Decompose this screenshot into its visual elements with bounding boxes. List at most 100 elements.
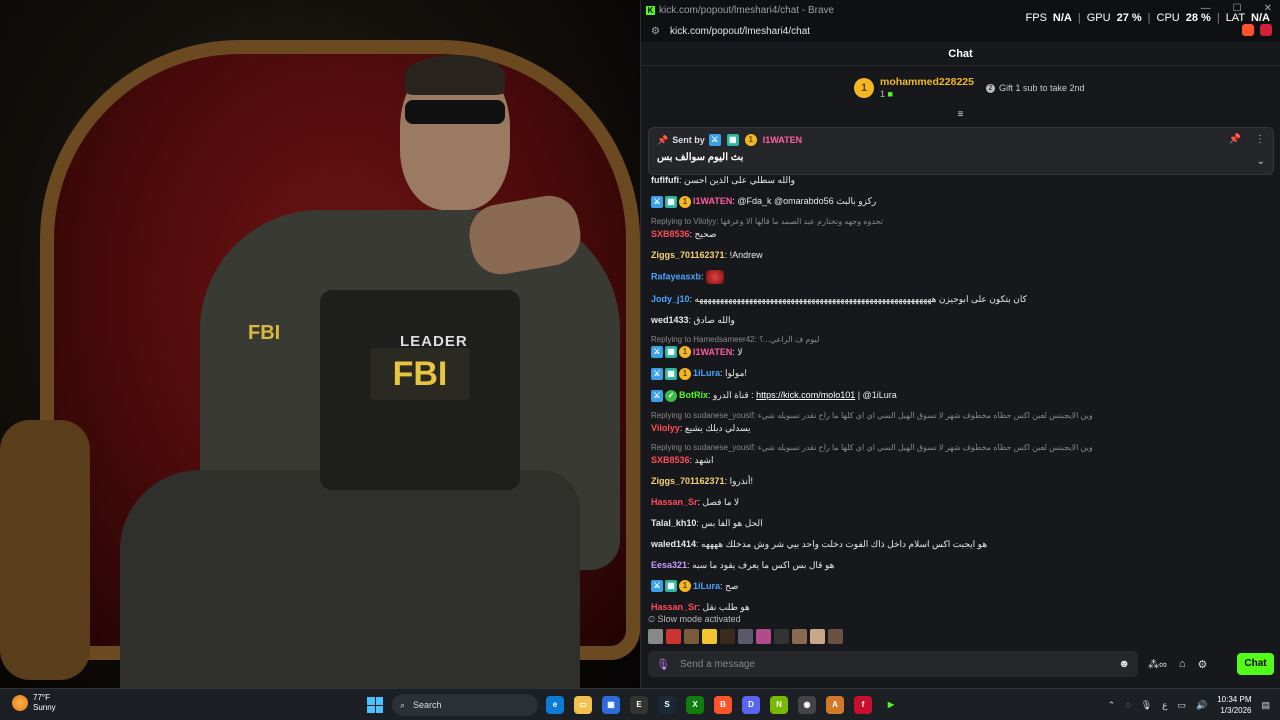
person-legs [120,470,580,688]
clock-time: 10:34 PM [1217,695,1252,704]
settings-icon[interactable]: ⚙ [1198,658,1208,671]
xbox-icon[interactable]: X [686,696,704,714]
chat-username[interactable]: I1WATEN [693,347,732,357]
language-indicator[interactable]: ع [1162,700,1167,711]
site-settings-icon[interactable]: ⚙ [651,26,660,37]
emote-icon[interactable] [756,629,771,644]
nvidia-icon[interactable]: N [770,696,788,714]
chat-input[interactable]: 🎙 Send a message ☻ [648,651,1138,677]
brave-icon[interactable]: B [714,696,732,714]
chat-username[interactable]: Rafayeasxb [651,271,701,281]
sent-by-label: Sent by [672,135,705,145]
chat-username[interactable]: Eesa321 [651,560,687,570]
send-chat-button[interactable]: Chat [1237,653,1274,675]
gifter-badge-icon: 1 [744,134,757,146]
store-app-icon[interactable]: ▦ [602,696,620,714]
chat-username[interactable]: SXB8536 [651,229,690,239]
chat-message-text: يسدلي ديلك يشيع [684,422,751,433]
chat-username[interactable]: Ziggs_701162371 [651,250,725,260]
chat-message: waled1414: هو ايجبت اكس اسلام داخل ذاك ا… [651,538,1271,550]
chat-username[interactable]: BotRix [679,390,708,400]
url-text[interactable]: kick.com/popout/lmeshari4/chat [670,26,810,37]
file-explorer-icon[interactable]: ▭ [574,696,592,714]
microphone-icon[interactable]: 🎙 [656,658,670,671]
emote-icon[interactable] [666,629,681,644]
emote-icon[interactable] [684,629,699,644]
clock[interactable]: 10:34 PM 1/3/2026 [1217,694,1251,716]
leaderboard-user[interactable]: mohammed228225 [880,76,974,88]
taskbar-search[interactable]: ⌕ Search [392,694,538,716]
edge-icon[interactable]: e [546,696,564,714]
chat-username[interactable]: fufifufi [651,175,679,185]
reply-context[interactable]: Replying to sudanese_yousif: وين الايجبت… [651,411,1271,421]
weather-temp: 77°F [33,693,50,702]
obs-icon[interactable]: ◉ [798,696,816,714]
chat-username[interactable]: waled1414 [651,539,696,549]
chat-username[interactable]: Jody_j10 [651,294,690,304]
taskbar: 77°F Sunny ⌕ Search e ▭ ▦ E S X B D N ◉ … [0,688,1280,720]
windows-start-icon[interactable] [367,697,383,713]
emote-icon [706,269,725,284]
weather-widget[interactable]: 77°F Sunny [12,693,56,713]
emote-icon[interactable] [738,629,753,644]
moderator-badge-icon: ⚔ [651,367,663,380]
display-icon[interactable]: ▭ [1178,700,1187,711]
brave-shields-icon[interactable] [1242,24,1254,36]
lat-label: LAT [1225,12,1246,24]
microphone-tray-icon[interactable]: 🎙 [1141,700,1152,711]
emote-icon[interactable] [648,629,663,644]
chat-username[interactable]: 1iLura [693,581,720,591]
brave-rewards-icon[interactable] [1260,24,1272,36]
collapse-handle-icon[interactable]: ≡ [641,110,1280,124]
chat-input-row: 🎙 Send a message ☻ ⁂∞ ⌂ ⚙ Chat [648,651,1274,677]
weather-sun-icon [12,695,28,711]
emote-icon[interactable] [828,629,843,644]
more-options-icon[interactable]: ⋮ [1255,134,1265,145]
chat-username[interactable]: Talal_kh10 [651,518,696,528]
reply-context[interactable]: Replying to sudanese_yousif: وين الايجبت… [651,443,1271,453]
chevron-down-icon[interactable]: ⌄ [1257,156,1265,167]
emote-icon[interactable] [792,629,807,644]
chat-message: wed1433: والله صادق [651,314,1271,326]
chat-username[interactable]: Vilolyy [651,423,680,433]
emote-icon[interactable] [702,629,717,644]
unpin-icon[interactable]: 📌 [1229,134,1241,145]
gift-hint[interactable]: 2 Gift 1 sub to take 2nd [985,83,1085,93]
emoji-icon[interactable]: ☻ [1118,658,1130,670]
slow-mode-icon: ⏲ [648,614,656,624]
app-icon[interactable]: A [826,696,844,714]
reply-context[interactable]: Replying to Hamedsameer42: ليوم ف الراعي… [651,335,1271,345]
chat-username[interactable]: Hassan_Sr [651,602,698,612]
chat-input-placeholder[interactable]: Send a message [680,659,755,670]
chat-username[interactable]: wed1433 [651,315,689,325]
emote-icon[interactable] [810,629,825,644]
verified-badge-icon: ✓ [665,389,677,402]
chat-link[interactable]: https://kick.com/molo101 [756,390,855,400]
app-icon[interactable]: f [854,696,872,714]
kicks-icon[interactable]: ⁂∞ [1148,658,1167,671]
chat-message-text: @Fda_k @omarabdo56 ركزو بالبث [737,196,877,206]
chevron-up-icon[interactable]: ⌃ [1108,700,1116,711]
emote-icon[interactable] [774,629,789,644]
steam-icon[interactable]: S [658,696,676,714]
overlay-divider: | [1216,12,1220,24]
store-icon[interactable]: ⌂ [1179,658,1186,670]
person-sunglasses [405,100,505,124]
notification-icon[interactable]: ▤ [1261,700,1270,711]
chat-username[interactable]: Ziggs_701162371 [651,476,725,486]
chat-message-text: هو قال بس اكس ما يعرف يقود ما سبه [692,559,835,570]
epic-games-icon[interactable]: E [630,696,648,714]
discord-icon[interactable]: D [742,696,760,714]
pinned-message[interactable]: 📌 Sent by ⚔ ▦ 1 I1WATEN بث اليوم سوالف ب… [648,127,1274,175]
kick-app-icon[interactable]: ▶ [882,696,900,714]
chat-username[interactable]: Hassan_Sr [651,497,698,507]
chat-username[interactable]: I1WATEN [693,196,732,206]
sync-icon[interactable]: ◌ [1125,700,1130,710]
reply-context[interactable]: Replying to Vilolyy: تحدوه وجهه وتختارم … [651,217,1271,227]
emote-icon[interactable] [720,629,735,644]
chat-username[interactable]: 1iLura [693,368,720,378]
pinned-user[interactable]: I1WATEN [763,135,802,145]
chat-username[interactable]: SXB8536 [651,455,690,465]
volume-icon[interactable]: 🔊 [1196,700,1207,711]
fbi-arm-patch: FBI [248,322,281,344]
